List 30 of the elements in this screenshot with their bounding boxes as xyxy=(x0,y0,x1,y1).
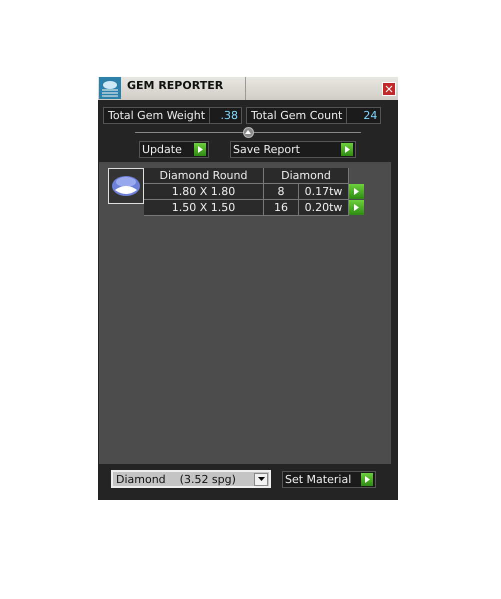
table-header: Diamond Round xyxy=(144,168,264,184)
play-icon xyxy=(354,188,359,195)
total-label: Total Gem Count xyxy=(247,108,348,123)
play-icon xyxy=(344,146,350,153)
table-cell: 8 xyxy=(264,184,299,200)
action-button[interactable]: Update xyxy=(139,141,209,158)
table-cell: 16 xyxy=(264,200,299,216)
table-cell: 1.80 X 1.80 xyxy=(144,184,264,200)
material-dropdown[interactable]: Diamond (3.52 spg) xyxy=(111,470,271,488)
set-material-button[interactable]: Set Material xyxy=(282,470,376,488)
table-header: Diamond xyxy=(264,168,349,184)
close-icon xyxy=(385,85,393,93)
play-icon xyxy=(198,146,202,153)
window-title: GEM REPORTER xyxy=(121,77,246,100)
total-label: Total Gem Weight xyxy=(104,108,210,123)
row-play-button[interactable] xyxy=(349,200,364,215)
play-icon xyxy=(364,476,370,482)
caret-up-icon xyxy=(245,130,251,134)
total-value: .38 xyxy=(220,108,240,123)
total-value: 24 xyxy=(362,108,378,123)
table-cell: 0.17tw xyxy=(299,184,349,200)
table-cell: 1.50 X 1.50 xyxy=(144,200,264,216)
app-logo-icon xyxy=(99,77,121,99)
play-icon xyxy=(354,204,359,211)
caret-down-icon xyxy=(258,477,264,481)
close-button[interactable] xyxy=(382,82,396,96)
action-button[interactable]: Save Report xyxy=(230,141,356,158)
row-play-button[interactable] xyxy=(349,184,364,199)
collapse-handle[interactable] xyxy=(242,126,254,138)
table-cell: 0.20tw xyxy=(299,200,349,216)
